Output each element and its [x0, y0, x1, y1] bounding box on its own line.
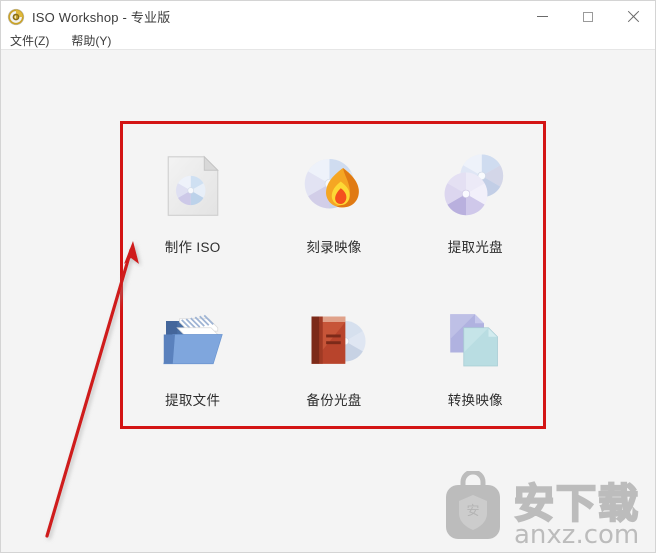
action-tile-grid: 制作 ISO 刻录映像 提取光盘 提取文件 备份光盘 转换映像	[122, 124, 546, 430]
menu-bar: 文件(Z) 帮助(Y)	[1, 32, 655, 50]
menu-file[interactable]: 文件(Z)	[10, 34, 49, 48]
tile-label: 提取光盘	[447, 239, 503, 255]
maximize-button[interactable]	[565, 1, 610, 32]
tile-rip-disc[interactable]: 提取光盘	[405, 124, 546, 277]
two-discs-icon	[444, 153, 504, 215]
minimize-icon	[537, 16, 548, 17]
tile-label: 刻录映像	[306, 239, 362, 255]
tile-convert-image[interactable]: 转换映像	[405, 277, 546, 430]
maximize-icon	[582, 11, 593, 22]
tile-extract-files[interactable]: 提取文件	[122, 277, 263, 430]
minimize-button[interactable]	[520, 1, 565, 32]
close-button[interactable]	[610, 1, 655, 32]
tile-label: 制作 ISO	[164, 239, 221, 255]
tile-burn-image[interactable]: 刻录映像	[263, 124, 404, 277]
tile-label: 提取文件	[165, 392, 221, 408]
close-icon	[627, 11, 639, 23]
window-title: ISO Workshop - 专业版	[32, 10, 171, 25]
content-area: 制作 ISO 刻录映像 提取光盘 提取文件 备份光盘 转换映像	[1, 50, 655, 552]
menu-help[interactable]: 帮助(Y)	[71, 34, 111, 48]
tile-backup-disc[interactable]: 备份光盘	[263, 277, 404, 430]
tile-make-iso[interactable]: 制作 ISO	[122, 124, 263, 277]
disc-flame-icon	[304, 158, 359, 208]
app-window: ISO Workshop - 专业版 文件(Z) 帮助(Y) 制作 ISO 刻录…	[0, 0, 656, 553]
title-bar: ISO Workshop - 专业版	[1, 1, 655, 32]
iso-disc-icon	[7, 8, 25, 25]
window-controls	[520, 1, 655, 32]
tile-label: 转换映像	[447, 392, 503, 408]
folder-extract-icon	[162, 314, 223, 364]
page-disc-icon	[167, 155, 219, 216]
two-pages-icon	[450, 313, 499, 366]
tile-label: 备份光盘	[306, 392, 362, 408]
book-disc-icon	[311, 316, 366, 364]
